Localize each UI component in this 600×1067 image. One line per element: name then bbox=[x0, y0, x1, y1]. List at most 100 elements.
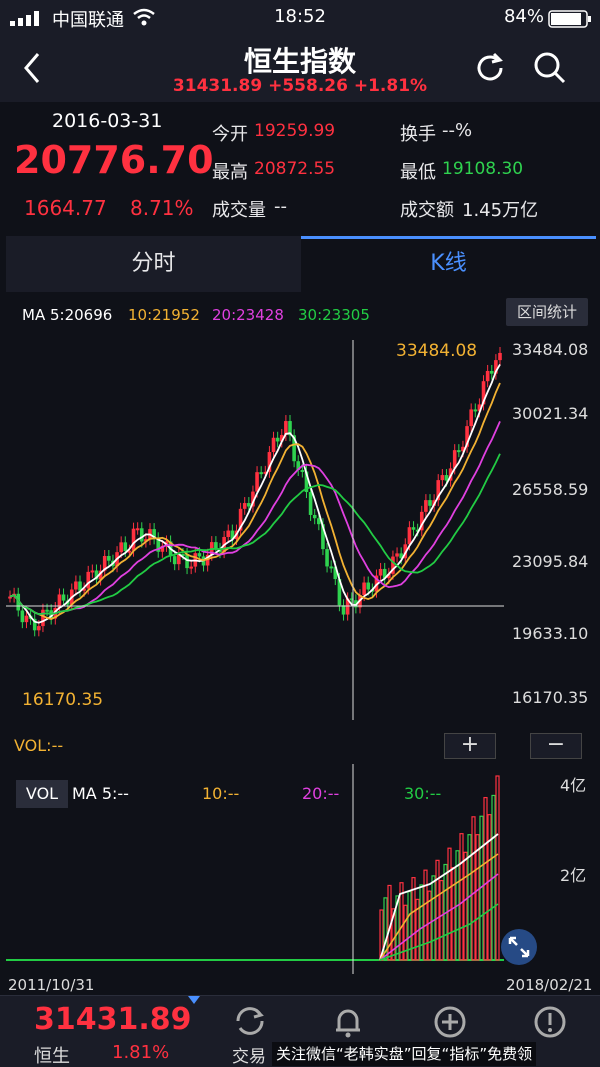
bottom-price[interactable]: 31431.89 bbox=[34, 1002, 192, 1037]
amount-label: 成交额 bbox=[400, 200, 454, 221]
kline-chart[interactable] bbox=[0, 334, 600, 724]
date-end: 2018/02/21 bbox=[506, 976, 593, 994]
candle bbox=[473, 409, 478, 412]
low-annotation: 16170.35 bbox=[22, 690, 104, 710]
candle bbox=[131, 528, 136, 551]
volume-bar bbox=[495, 775, 500, 961]
candle bbox=[271, 437, 276, 453]
battery-percent: 84% bbox=[503, 6, 544, 27]
candle bbox=[428, 500, 432, 506]
battery-icon bbox=[548, 10, 591, 28]
volume-bar bbox=[423, 869, 428, 961]
candle bbox=[119, 542, 123, 553]
volume-bar bbox=[459, 833, 464, 961]
trade-label[interactable]: 交易 bbox=[232, 1042, 266, 1067]
candle bbox=[37, 626, 41, 631]
high-value: 20872.55 bbox=[254, 159, 336, 179]
volume-bar bbox=[487, 814, 492, 961]
candle bbox=[242, 503, 247, 509]
candle bbox=[485, 370, 490, 382]
ma-legend: MA 5:20696 10:21952 20:23428 30:23305 bbox=[22, 306, 502, 328]
volume-bar bbox=[451, 867, 456, 961]
low-value: 19108.30 bbox=[442, 159, 524, 179]
quote-change: 1664.77 bbox=[24, 196, 107, 220]
candle bbox=[135, 528, 140, 531]
quote-change-pct: 8.71% bbox=[130, 196, 194, 220]
price-tick: 30021.34 bbox=[512, 404, 589, 423]
candle bbox=[457, 450, 461, 453]
index-summary: 31431.89 +558.26 +1.81% bbox=[172, 76, 428, 96]
ma30-legend: 30:23305 bbox=[298, 306, 370, 324]
volume-bar bbox=[419, 884, 424, 961]
candle bbox=[74, 581, 78, 590]
amount-value: 1.45万亿 bbox=[462, 200, 539, 221]
chart-tabs: 分时 K线 bbox=[6, 236, 596, 292]
candle bbox=[90, 570, 95, 573]
quote-panel: 2016-03-31 20776.70 1664.77 8.71% 今开 192… bbox=[0, 102, 600, 232]
ma10-legend: 10:21952 bbox=[128, 306, 200, 324]
candle bbox=[378, 568, 383, 576]
candle bbox=[312, 514, 317, 519]
turnover-label: 换手 bbox=[400, 124, 436, 145]
volume-bar bbox=[483, 796, 488, 961]
volume-bar bbox=[431, 875, 436, 961]
candle bbox=[226, 530, 231, 537]
trade-icon[interactable] bbox=[230, 1004, 270, 1038]
volume-bar bbox=[475, 834, 480, 961]
ma5-legend: MA 5:20696 bbox=[22, 306, 113, 324]
candle bbox=[20, 610, 25, 623]
candle bbox=[61, 594, 66, 601]
bottom-bar: 31431.89 恒生 1.81% 交易 关注微信“老韩实盘”回复“指标”免费领 bbox=[0, 995, 600, 1067]
zoom-in-button[interactable]: + bbox=[444, 733, 496, 759]
candle bbox=[329, 566, 333, 569]
candle bbox=[366, 582, 371, 590]
candle bbox=[469, 409, 473, 427]
candle bbox=[255, 472, 259, 492]
quote-date: 2016-03-31 bbox=[52, 110, 163, 132]
candle bbox=[197, 553, 202, 557]
add-watchlist-icon[interactable] bbox=[432, 1004, 468, 1040]
bell-icon[interactable] bbox=[330, 1004, 366, 1040]
turnover-value: --% bbox=[442, 120, 473, 141]
candle bbox=[107, 555, 111, 561]
price-tick: 26558.59 bbox=[512, 480, 589, 499]
page-title: 恒生指数 bbox=[243, 45, 356, 78]
date-start: 2011/10/31 bbox=[8, 976, 95, 994]
bottom-pct: 1.81% bbox=[112, 1042, 170, 1063]
candle bbox=[308, 492, 313, 515]
price-tick: 23095.84 bbox=[512, 552, 589, 571]
refresh-icon[interactable] bbox=[472, 50, 508, 86]
candle bbox=[189, 566, 193, 569]
zoom-out-button[interactable]: − bbox=[530, 733, 582, 759]
candle bbox=[300, 470, 305, 473]
volume-value: -- bbox=[274, 196, 287, 217]
tab-intraday[interactable]: 分时 bbox=[6, 236, 301, 292]
candle bbox=[489, 370, 494, 374]
expand-icon[interactable] bbox=[500, 928, 538, 966]
candle bbox=[395, 553, 399, 557]
chart-bg bbox=[6, 334, 504, 724]
nav-bar: 恒生指数 31431.89 +558.26 +1.81% bbox=[0, 36, 600, 102]
ma20-legend: 20:23428 bbox=[212, 306, 284, 324]
candle bbox=[86, 571, 91, 589]
vol-label: VOL:-- bbox=[14, 736, 64, 755]
search-icon[interactable] bbox=[532, 50, 568, 86]
alert-icon[interactable] bbox=[532, 1004, 568, 1040]
range-stats-button[interactable]: 区间统计 bbox=[506, 298, 588, 326]
high-annotation: 33484.08 bbox=[396, 341, 478, 361]
candle bbox=[424, 500, 428, 512]
price-tick: 19633.10 bbox=[512, 624, 589, 643]
candle bbox=[440, 475, 445, 481]
tab-kline[interactable]: K线 bbox=[301, 236, 596, 292]
candle bbox=[275, 437, 280, 442]
watermark-caption: 关注微信“老韩实盘”回复“指标”免费领 bbox=[272, 1042, 537, 1066]
quote-price: 20776.70 bbox=[14, 138, 214, 182]
volume-bar bbox=[471, 816, 476, 961]
candle bbox=[139, 528, 144, 542]
high-label: 最高 bbox=[212, 162, 248, 183]
open-label: 今开 bbox=[212, 124, 248, 145]
candle bbox=[41, 609, 45, 627]
candle bbox=[362, 582, 366, 596]
candle bbox=[411, 527, 416, 530]
candle bbox=[45, 609, 49, 612]
